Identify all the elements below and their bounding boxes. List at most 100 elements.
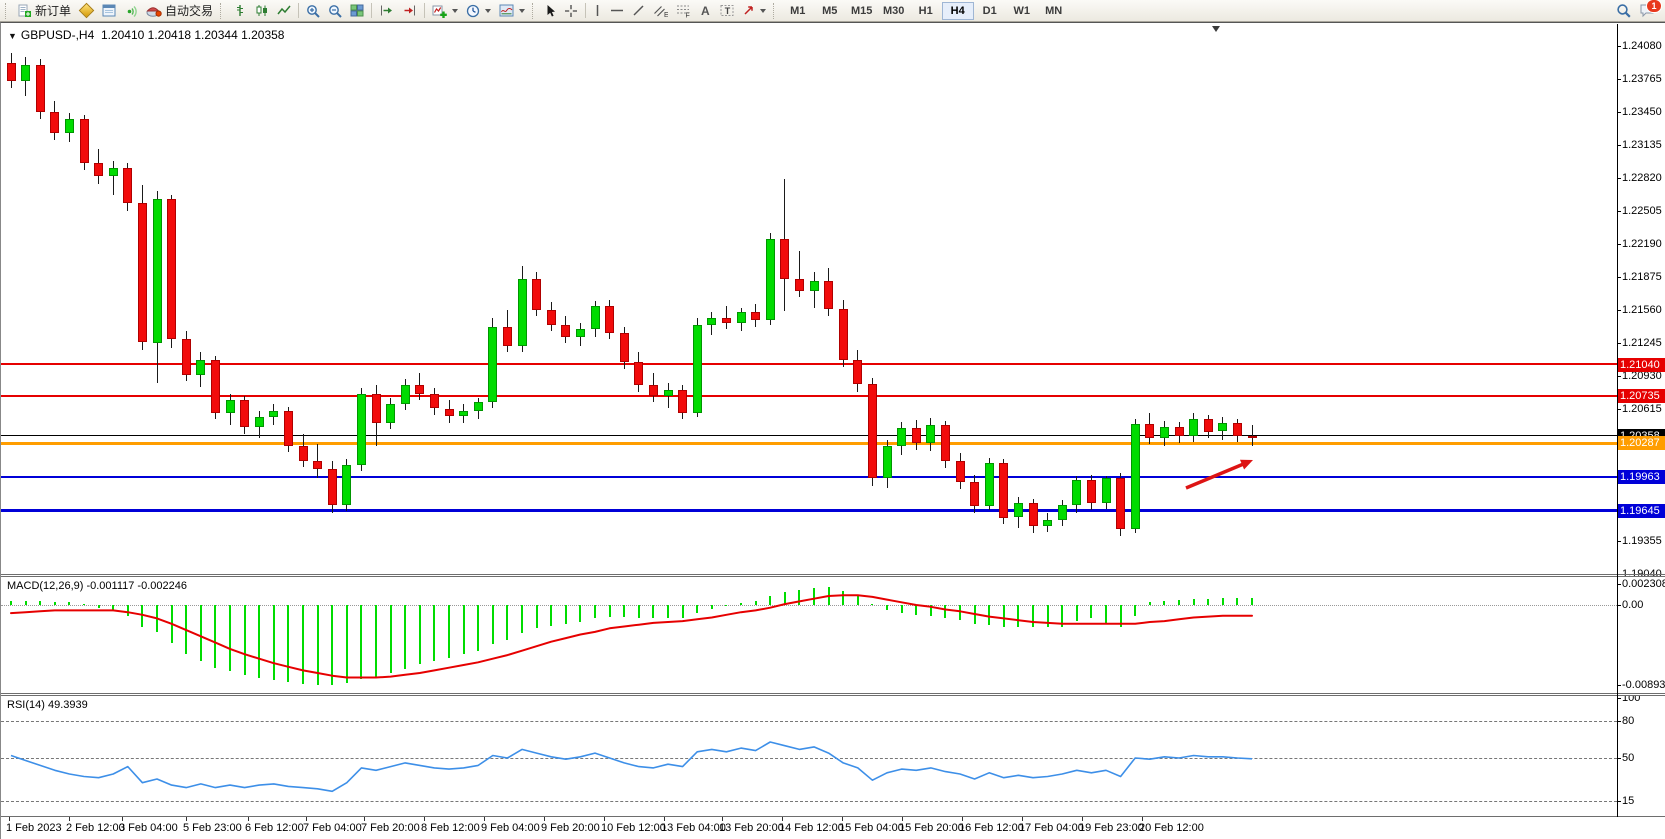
line-chart-button[interactable] — [273, 0, 295, 22]
timeframe-button-d1[interactable]: D1 — [974, 2, 1006, 20]
date-tick — [484, 817, 485, 821]
price-tick-label: 1.21245 — [1622, 337, 1662, 349]
equidistant-channel-button[interactable]: E — [649, 0, 672, 22]
candle-bullish — [591, 306, 600, 329]
main-chart-plot[interactable] — [1, 24, 1617, 575]
timeframe-button-h4[interactable]: H4 — [942, 2, 974, 20]
macd-histogram-bar — [871, 604, 873, 605]
macd-histogram-bar — [317, 605, 319, 685]
cursor-button[interactable] — [541, 0, 560, 22]
candle-bearish — [372, 394, 381, 423]
crosshair-icon — [564, 4, 578, 18]
label-button[interactable]: T — [716, 0, 738, 22]
chart-style-button[interactable] — [75, 0, 98, 22]
macd-histogram-bar — [1207, 599, 1209, 605]
macd-histogram-bar — [1076, 605, 1078, 621]
candle-bearish — [912, 428, 921, 443]
signals-button[interactable] — [120, 0, 142, 22]
tile-windows-button[interactable] — [346, 0, 368, 22]
macd-histogram-bar — [1047, 605, 1049, 627]
timeframe-button-h1[interactable]: H1 — [910, 2, 942, 20]
candle-bearish — [430, 394, 439, 409]
macd-panel[interactable]: MACD(12,26,9) -0.001117 -0.0022460.00230… — [1, 577, 1665, 694]
timeframe-button-m15[interactable]: M15 — [846, 2, 878, 20]
vertical-line-button[interactable] — [589, 0, 606, 22]
support-line-upper[interactable] — [1, 476, 1617, 478]
zoom-in-button[interactable] — [302, 0, 324, 22]
macd-axis-label: -0.008939 — [1622, 679, 1665, 691]
macd-histogram-bar — [1120, 605, 1122, 627]
notifications-button[interactable]: 1 — [1639, 3, 1655, 18]
chart-shift-button[interactable] — [375, 0, 398, 22]
candle-bullish — [65, 119, 74, 133]
chart-window[interactable]: ▼GBPUSD-,H4 1.20410 1.20418 1.20344 1.20… — [0, 22, 1665, 839]
timeframe-button-w1[interactable]: W1 — [1006, 2, 1038, 20]
candle-bearish — [123, 168, 132, 204]
crosshair-button[interactable] — [560, 0, 582, 22]
toolbar-separator — [371, 3, 372, 18]
current-price-line[interactable] — [1, 435, 1617, 436]
candle-bearish — [634, 362, 643, 385]
zoom-in-icon — [306, 4, 320, 18]
date-axis[interactable]: 1 Feb 20232 Feb 12:003 Feb 04:005 Feb 23… — [1, 817, 1665, 839]
arrows-button[interactable] — [738, 0, 770, 22]
macd-histogram-bar — [258, 605, 260, 678]
support-line-lower[interactable] — [1, 509, 1617, 512]
candle-bearish — [868, 384, 877, 477]
new-order-button[interactable]: 新订单 — [14, 0, 75, 22]
rsi-level-line-15 — [1, 801, 1617, 802]
auto-scroll-button[interactable] — [398, 0, 421, 22]
indicators-button[interactable] — [428, 0, 462, 22]
date-tick — [364, 817, 365, 821]
rsi-axis-label: 50 — [1622, 752, 1634, 764]
candle-bearish — [7, 63, 16, 81]
date-label: 20 Feb 12:00 — [1139, 822, 1204, 834]
macd-histogram-bar — [346, 605, 348, 683]
search-button[interactable] — [1616, 3, 1631, 18]
candle-bearish — [853, 360, 862, 384]
macd-histogram-bar — [652, 605, 654, 618]
macd-histogram-bar — [1105, 605, 1107, 623]
resistance-line-upper-price-badge: 1.21040 — [1618, 358, 1665, 372]
pivot-line-orange[interactable] — [1, 442, 1617, 445]
macd-histogram-bar — [39, 601, 41, 605]
macd-histogram-bar — [944, 605, 946, 618]
candle-bearish — [80, 119, 89, 163]
macd-histogram-bar — [1251, 598, 1253, 605]
text-button[interactable]: A — [695, 0, 716, 22]
bar-chart-button[interactable] — [229, 0, 251, 22]
autotrading-icon — [146, 4, 162, 17]
resistance-line-upper[interactable] — [1, 363, 1617, 365]
candle-bearish — [167, 199, 176, 339]
fibonacci-button[interactable]: F — [672, 0, 695, 22]
zoom-out-icon — [328, 4, 342, 18]
timeframe-button-m5[interactable]: M5 — [814, 2, 846, 20]
candlestick-chart-button[interactable] — [251, 0, 273, 22]
chart-shift-marker-icon — [1212, 26, 1220, 32]
timeframe-button-m30[interactable]: M30 — [878, 2, 910, 20]
cursor-icon — [545, 4, 556, 18]
templates-button[interactable] — [495, 0, 529, 22]
autotrading-button[interactable]: 自动交易 — [142, 0, 217, 22]
candle-bearish — [649, 385, 658, 396]
date-label: 19 Feb 23:00 — [1079, 822, 1144, 834]
rsi-panel[interactable]: 100805015RSI(14) 49.3939 — [1, 696, 1665, 816]
macd-histogram-bar — [390, 605, 392, 673]
market-watch-button[interactable] — [98, 0, 120, 22]
candle-bullish — [1189, 419, 1198, 436]
toolbar-separator — [424, 3, 425, 18]
chart-menu-arrow-icon[interactable]: ▼ — [8, 31, 17, 41]
new-order-button-label: 新订单 — [35, 2, 71, 19]
candle-bearish — [561, 325, 570, 338]
macd-histogram-bar — [594, 605, 596, 618]
horizontal-line-button[interactable] — [606, 0, 628, 22]
timeframe-button-m1[interactable]: M1 — [782, 2, 814, 20]
timeframe-button-mn[interactable]: MN — [1038, 2, 1070, 20]
periods-button[interactable] — [462, 0, 495, 22]
support-line-upper-price-badge: 1.19963 — [1618, 470, 1665, 484]
candle-bullish — [664, 390, 673, 396]
candle-bearish — [1116, 478, 1125, 529]
trendline-button[interactable] — [628, 0, 649, 22]
zoom-out-button[interactable] — [324, 0, 346, 22]
toolbar-grip — [773, 3, 778, 19]
